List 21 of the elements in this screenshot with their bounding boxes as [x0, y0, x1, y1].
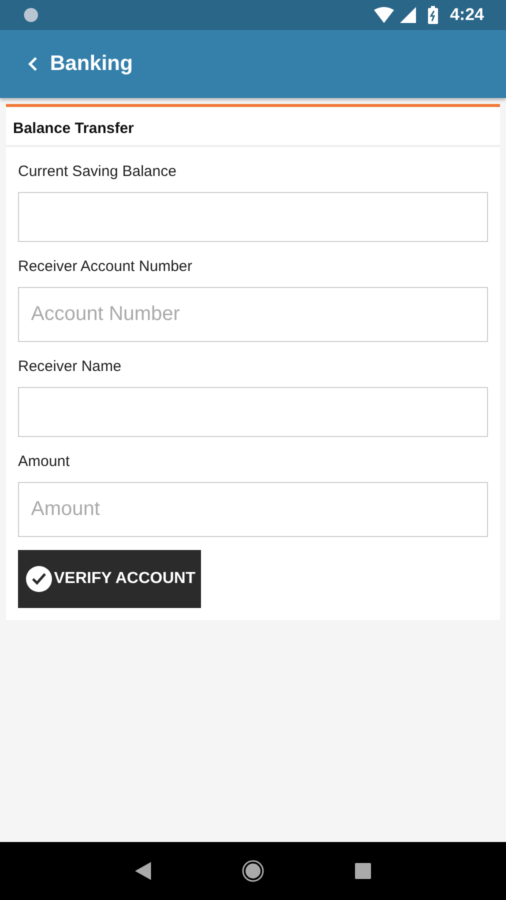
battery-icon — [428, 6, 438, 24]
signal-icon — [400, 7, 416, 23]
input-field[interactable]: Amount — [18, 482, 488, 537]
field-label: Receiver Name — [18, 358, 122, 375]
input-field[interactable]: Account Number — [18, 287, 488, 342]
notification-icon — [24, 8, 38, 22]
check-circle-icon — [26, 566, 52, 592]
back-icon[interactable] — [135, 862, 152, 880]
home-icon[interactable] — [242, 860, 264, 882]
field-label: Current Saving Balance — [18, 163, 178, 180]
verify-account-button[interactable]: VERIFY ACCOUNT — [18, 550, 202, 608]
input-field[interactable] — [18, 192, 488, 242]
recents-icon[interactable] — [354, 863, 371, 879]
input-field[interactable] — [18, 387, 488, 437]
card-title: Balance Transfer — [6, 107, 500, 147]
field-label: Amount — [18, 453, 71, 470]
clock-time: 4:24 — [450, 5, 484, 25]
app-title: Banking — [50, 52, 133, 76]
wifi-icon — [374, 7, 394, 23]
back-icon[interactable] — [28, 56, 38, 72]
field-label: Receiver Account Number — [18, 258, 194, 275]
